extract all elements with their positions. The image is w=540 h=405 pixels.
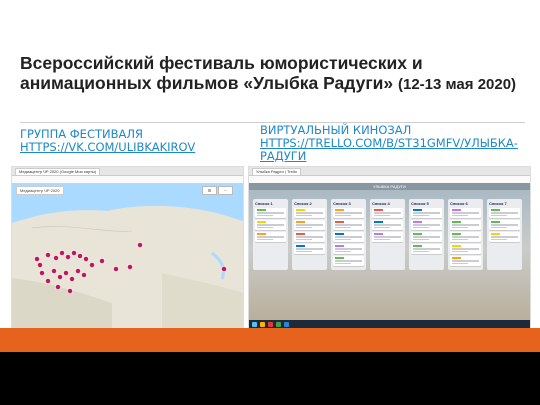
trello-card[interactable] (255, 232, 286, 242)
trello-card[interactable] (489, 220, 520, 230)
slide-dates: (12-13 мая 2020) (398, 76, 517, 93)
map-canvas: Медиацентр ЧР 2020 ☰ ⋯ (12, 183, 243, 329)
trello-screenshot: Улыбка Радуги | Trello УЛЫБКА РАДУГИ Спи… (248, 166, 531, 330)
trello-card[interactable] (372, 208, 403, 218)
map-marker[interactable] (55, 284, 61, 290)
trello-browser-tabbar: Улыбка Радуги | Trello (249, 167, 530, 176)
map-marker[interactable] (51, 268, 57, 274)
trello-card[interactable] (372, 232, 403, 242)
trello-list[interactable]: Список 4 (370, 199, 405, 270)
trello-card[interactable] (333, 220, 364, 230)
virtual-cinema-url[interactable]: https://trello.com/b/St31GmfV/улыбка-рад… (260, 136, 518, 163)
map-marker[interactable] (75, 268, 81, 274)
trello-list-title: Список 1 (255, 201, 273, 206)
trello-list[interactable]: Список 2 (292, 199, 327, 270)
trello-list-title: Список 6 (450, 201, 468, 206)
trello-card[interactable] (489, 208, 520, 218)
trello-card[interactable] (411, 208, 442, 218)
map-marker[interactable] (69, 276, 75, 282)
trello-list[interactable]: Список 6 (448, 199, 483, 270)
slide-title: Всероссийский фестиваль юмористических и… (20, 53, 525, 95)
trello-list[interactable]: Список 3 (331, 199, 366, 270)
trello-card[interactable] (333, 232, 364, 242)
trello-list-title: Список 2 (294, 201, 312, 206)
map-browser-tab: Медиацентр ЧР 2020 (Google Мои карты) (15, 167, 101, 175)
trello-card[interactable] (294, 244, 325, 254)
trello-list-title: Список 5 (411, 201, 429, 206)
map-marker[interactable] (39, 270, 45, 276)
map-marker[interactable] (63, 270, 69, 276)
trello-card[interactable] (450, 256, 481, 266)
trello-card[interactable] (333, 256, 364, 266)
trello-list-title: Список 7 (489, 201, 507, 206)
trello-list[interactable]: Список 1 (253, 199, 288, 270)
trello-card[interactable] (411, 220, 442, 230)
trello-card[interactable] (294, 208, 325, 218)
map-marker[interactable] (137, 242, 143, 248)
trello-lists: Список 1 Список 2 Список 3 Список 4 Список 5… (253, 199, 522, 270)
map-marker[interactable] (53, 255, 59, 261)
map-marker[interactable] (71, 250, 77, 256)
trello-card[interactable] (411, 244, 442, 254)
map-marker[interactable] (77, 253, 83, 259)
folder-icon[interactable] (260, 322, 265, 327)
trello-browser-tab: Улыбка Радуги | Trello (252, 167, 301, 175)
map-marker[interactable] (83, 256, 89, 262)
map-marker[interactable] (34, 256, 40, 262)
map-browser-tabbar: Медиацентр ЧР 2020 (Google Мои карты) (12, 167, 243, 176)
map-marker[interactable] (45, 252, 51, 258)
trello-card[interactable] (450, 220, 481, 230)
trello-board: УЛЫБКА РАДУГИ Список 1 Список 2 Список 3 Сп… (249, 183, 530, 329)
trello-card[interactable] (489, 232, 520, 242)
app-icon[interactable] (276, 322, 281, 327)
map-marker[interactable] (59, 250, 65, 256)
trello-card[interactable] (450, 208, 481, 218)
trello-card[interactable] (372, 220, 403, 230)
trello-list-title: Список 4 (372, 201, 390, 206)
trello-card[interactable] (450, 232, 481, 242)
trello-card[interactable] (255, 208, 286, 218)
slide-title-text: Всероссийский фестиваль юмористических и… (20, 53, 423, 93)
browser-icon[interactable] (268, 322, 273, 327)
map-marker[interactable] (99, 258, 105, 264)
map-marker[interactable] (113, 266, 119, 272)
trello-card[interactable] (333, 208, 364, 218)
map-marker[interactable] (57, 274, 63, 280)
map-markers (34, 242, 227, 294)
map-marker[interactable] (127, 264, 133, 270)
trello-card[interactable] (450, 244, 481, 254)
trello-list[interactable]: Список 5 (409, 199, 444, 270)
footer-dark-band (0, 352, 540, 405)
trello-list[interactable]: Список 7 (487, 199, 522, 270)
festival-group-link-block: Группа фестиваля https://vk.com/ulibkaki… (20, 128, 240, 154)
map-marker[interactable] (45, 278, 51, 284)
trello-card[interactable] (255, 220, 286, 230)
festival-group-url[interactable]: https://vk.com/ulibkakirov (20, 140, 195, 154)
trello-board-title: УЛЫБКА РАДУГИ (249, 183, 530, 190)
virtual-cinema-link-block: Виртуальный кинозал https://trello.com/b… (260, 124, 530, 163)
trello-card[interactable] (411, 232, 442, 242)
trello-card[interactable] (294, 220, 325, 230)
map-marker[interactable] (221, 266, 227, 272)
trello-card[interactable] (294, 232, 325, 242)
map-marker[interactable] (65, 254, 71, 260)
start-icon[interactable] (252, 322, 257, 327)
word-icon[interactable] (284, 322, 289, 327)
map-screenshot: Медиацентр ЧР 2020 (Google Мои карты) Ме… (11, 166, 244, 330)
map-marker[interactable] (81, 272, 87, 278)
map-marker[interactable] (89, 262, 95, 268)
footer-orange-band (0, 328, 540, 352)
map-marker[interactable] (67, 288, 73, 294)
map-marker[interactable] (37, 262, 43, 268)
trello-card[interactable] (333, 244, 364, 254)
trello-list-title: Список 3 (333, 201, 351, 206)
